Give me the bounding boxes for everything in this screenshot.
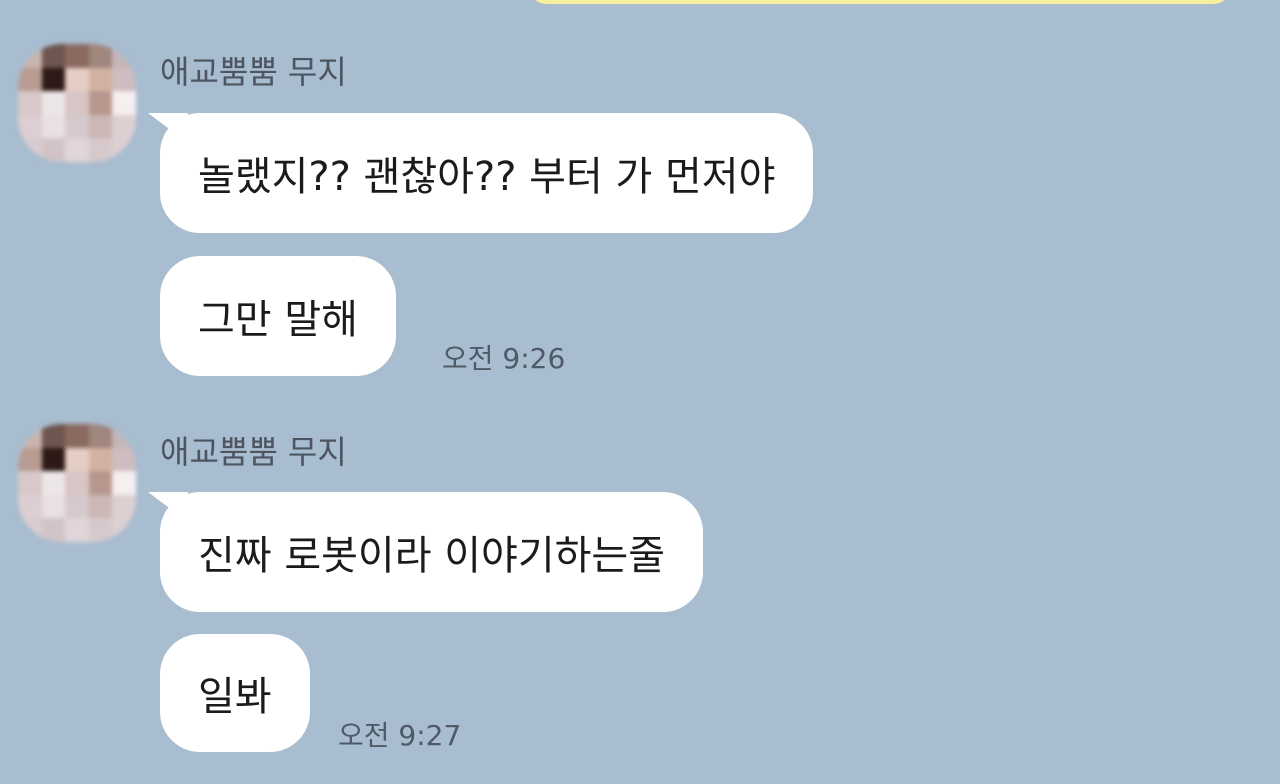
- avatar[interactable]: [18, 424, 136, 542]
- message-bubble[interactable]: 진짜 로봇이라 이야기하는줄: [160, 492, 704, 612]
- message-text: 놀랬지?? 괜찮아?? 부터 가 먼저야: [198, 154, 776, 200]
- message-bubble[interactable]: 놀랬지?? 괜찮아?? 부터 가 먼저야: [160, 113, 814, 233]
- message-text: 그만 말해: [198, 297, 358, 343]
- message-bubble[interactable]: 일봐: [160, 634, 310, 752]
- message-text: 진짜 로봇이라 이야기하는줄: [198, 533, 666, 579]
- message-bubble[interactable]: 그만 말해: [160, 256, 396, 376]
- message-timestamp: 오전 9:26: [442, 342, 566, 375]
- message-text: 일봐: [198, 674, 272, 720]
- sender-name: 애교뿜뿜 무지: [160, 433, 347, 471]
- avatar[interactable]: [18, 44, 136, 162]
- sender-name: 애교뿜뿜 무지: [160, 53, 347, 91]
- message-timestamp: 오전 9:27: [338, 719, 462, 752]
- my-message-bubble-partial[interactable]: [530, 0, 1230, 4]
